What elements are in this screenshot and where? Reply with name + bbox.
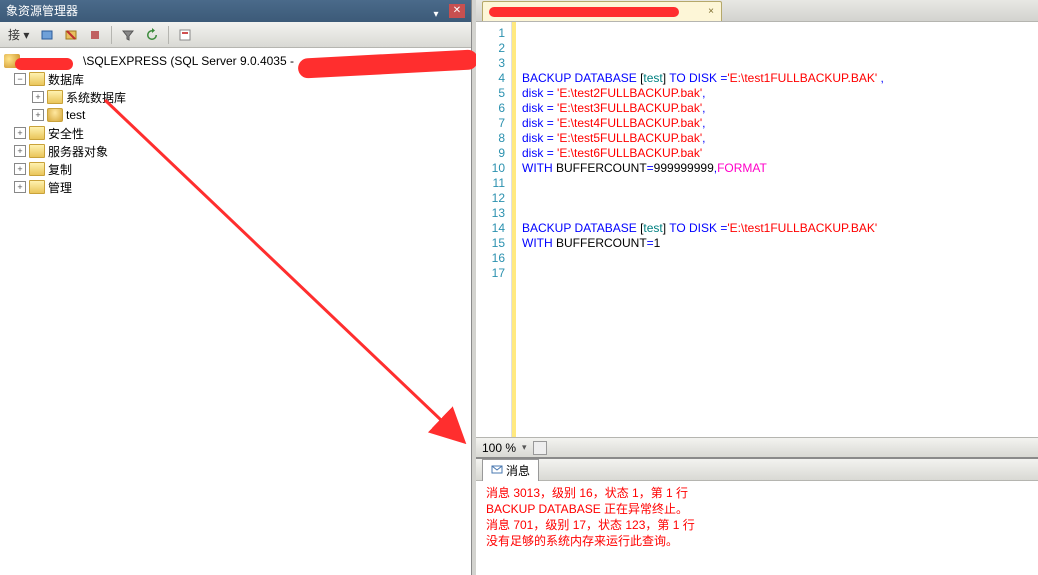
refresh-icon[interactable] <box>142 25 162 45</box>
close-explorer-button[interactable]: ✕ <box>449 4 465 18</box>
explorer-toolbar: 接 ▾ <box>0 22 471 48</box>
explorer-title-bar: 象资源管理器 ▾ ✕ <box>0 0 471 22</box>
expand-icon[interactable]: + <box>32 109 44 121</box>
messages-tab-label: 消息 <box>506 462 530 479</box>
server-node[interactable]: \SQLEXPRESS (SQL Server 9.0.4035 - <box>2 52 469 70</box>
server-objects-node[interactable]: + 服务器对象 <box>2 142 469 160</box>
databases-node[interactable]: − 数据库 <box>2 70 469 88</box>
folder-icon <box>29 180 45 194</box>
expand-icon[interactable]: + <box>14 145 26 157</box>
redacted-tab-title <box>489 7 679 17</box>
zoom-value[interactable]: 100 % <box>482 441 516 455</box>
security-node[interactable]: + 安全性 <box>2 124 469 142</box>
stop-icon[interactable] <box>85 25 105 45</box>
code-area[interactable]: BACKUP DATABASE [test] TO DISK ='E:\test… <box>516 22 1038 437</box>
tab-close-button[interactable]: × <box>705 6 717 18</box>
messages-body[interactable]: 消息 3013，级别 16，状态 1，第 1 行BACKUP DATABASE … <box>476 481 1038 575</box>
expand-icon[interactable]: + <box>14 127 26 139</box>
message-icon <box>491 464 503 476</box>
expand-icon[interactable]: + <box>14 181 26 193</box>
folder-icon <box>29 72 45 86</box>
database-icon <box>47 108 63 122</box>
pin-icon[interactable]: ▾ <box>429 4 443 18</box>
zoom-bar: 100 % ▾ <box>476 437 1038 457</box>
node-label: 数据库 <box>48 71 84 88</box>
expand-icon[interactable]: + <box>14 163 26 175</box>
folder-icon <box>29 144 45 158</box>
tab-strip: × <box>476 0 1038 22</box>
code-editor[interactable]: 1234567891011121314151617 BACKUP DATABAS… <box>476 22 1038 437</box>
explorer-title: 象资源管理器 <box>6 0 78 22</box>
zoom-dropdown-icon[interactable]: ▾ <box>522 442 527 453</box>
connect-icon[interactable] <box>37 25 57 45</box>
editor-pane: × 1234567891011121314151617 BACKUP DATAB… <box>476 0 1038 575</box>
filter-icon[interactable] <box>118 25 138 45</box>
line-gutter: 1234567891011121314151617 <box>476 22 512 437</box>
server-label: \SQLEXPRESS (SQL Server 9.0.4035 - <box>83 54 294 68</box>
collapse-icon[interactable]: − <box>14 73 26 85</box>
messages-tab[interactable]: 消息 <box>482 459 539 481</box>
node-label: test <box>66 108 85 122</box>
node-label: 服务器对象 <box>48 143 108 160</box>
node-label: 管理 <box>48 179 72 196</box>
server-icon <box>4 54 20 68</box>
folder-icon <box>47 90 63 104</box>
nav-prev-icon[interactable] <box>533 441 547 455</box>
folder-icon <box>29 126 45 140</box>
folder-icon <box>29 162 45 176</box>
sql-tab[interactable]: × <box>482 1 722 21</box>
object-tree[interactable]: \SQLEXPRESS (SQL Server 9.0.4035 - − 数据库… <box>0 48 471 575</box>
connect-dropdown[interactable]: 接 ▾ <box>4 26 33 43</box>
node-label: 系统数据库 <box>66 89 126 106</box>
testdb-node[interactable]: + test <box>2 106 469 124</box>
node-label: 复制 <box>48 161 72 178</box>
management-node[interactable]: + 管理 <box>2 178 469 196</box>
results-tab-bar: 消息 <box>476 459 1038 481</box>
expand-icon[interactable]: + <box>32 91 44 103</box>
results-pane: 消息 消息 3013，级别 16，状态 1，第 1 行BACKUP DATABA… <box>476 457 1038 575</box>
object-explorer-pane: 象资源管理器 ▾ ✕ 接 ▾ \SQLEXPRESS (SQL Server 9… <box>0 0 472 575</box>
systemdb-node[interactable]: + 系统数据库 <box>2 88 469 106</box>
replication-node[interactable]: + 复制 <box>2 160 469 178</box>
node-label: 安全性 <box>48 125 84 142</box>
report-icon[interactable] <box>175 25 195 45</box>
disconnect-icon[interactable] <box>61 25 81 45</box>
